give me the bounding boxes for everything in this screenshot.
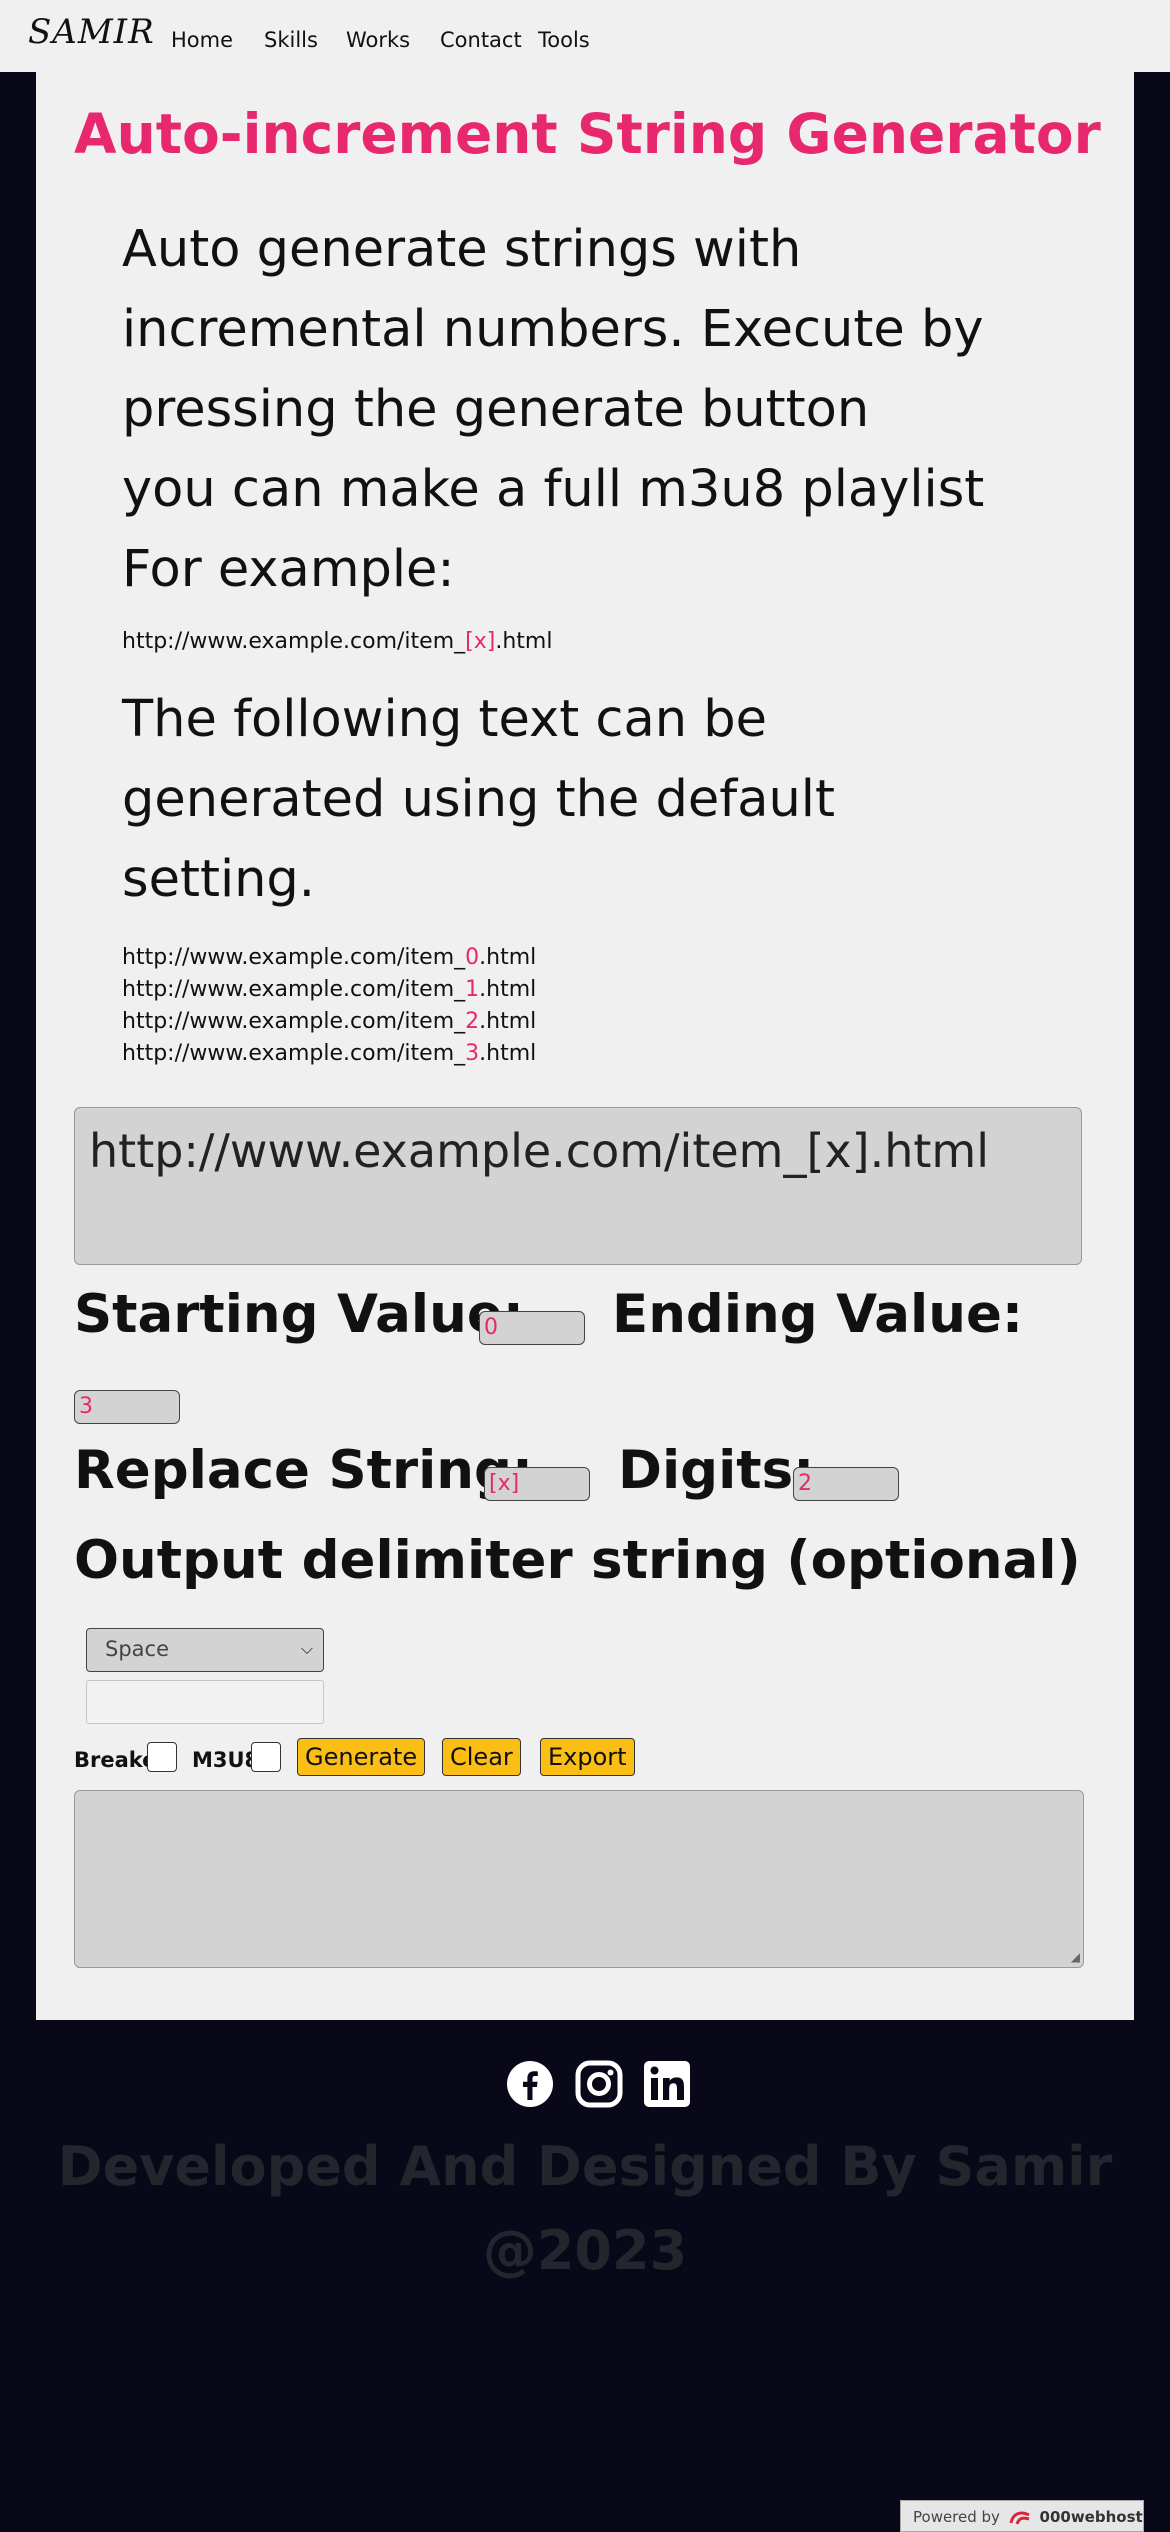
example-url-token: [x] — [465, 629, 496, 654]
list-item: http://www.example.com/item_3.html — [122, 1038, 536, 1070]
following-text: The following text can be generated usin… — [122, 680, 1102, 920]
item-prefix: http://www.example.com/item_ — [122, 1009, 466, 1034]
list-item: http://www.example.com/item_2.html — [122, 1006, 536, 1038]
nav-link-tools[interactable]: Tools — [538, 28, 590, 52]
following-line: setting. — [122, 850, 316, 909]
export-button[interactable]: Export — [540, 1738, 635, 1776]
item-suffix: .html — [479, 977, 537, 1002]
footer-credit-line: Developed And Designed By Samir — [57, 2135, 1113, 2198]
item-prefix: http://www.example.com/item_ — [122, 977, 466, 1002]
example-url: http://www.example.com/item_[x].html — [122, 626, 552, 658]
item-suffix: .html — [479, 1041, 537, 1066]
item-number: 0 — [465, 945, 480, 970]
starting-value-label: Starting Value: — [74, 1284, 524, 1345]
digits-input[interactable]: 2 — [793, 1467, 899, 1501]
resize-handle-icon[interactable]: ◢ — [1071, 1950, 1080, 1964]
site-logo[interactable]: SAMIR — [28, 12, 155, 52]
item-prefix: http://www.example.com/item_ — [122, 1041, 466, 1066]
generate-button[interactable]: Generate — [297, 1738, 426, 1776]
m3u8-checkbox[interactable] — [251, 1742, 281, 1772]
webhost-logo-icon — [1009, 2511, 1030, 2525]
replace-string-input[interactable]: [x] — [484, 1467, 590, 1501]
main-card: Auto-increment String Generator Auto gen… — [36, 72, 1134, 2020]
navbar: SAMIR Home Skills Works Contact Tools — [0, 0, 1170, 72]
item-number: 2 — [465, 1009, 480, 1034]
instagram-icon[interactable] — [575, 2060, 623, 2108]
break-checkbox[interactable] — [147, 1742, 177, 1772]
nav-link-skills[interactable]: Skills — [264, 28, 318, 52]
intro-text: Auto generate strings with incremental n… — [122, 210, 1102, 610]
item-suffix: .html — [479, 945, 537, 970]
replace-string-label: Replace String: — [74, 1440, 534, 1501]
badge-brand-text: 000webhost — [1039, 2508, 1143, 2526]
item-prefix: http://www.example.com/item_ — [122, 945, 466, 970]
nav-link-contact[interactable]: Contact — [440, 28, 522, 52]
footer-year: @2023 — [482, 2219, 688, 2282]
intro-line: For example: — [122, 540, 455, 599]
following-line: The following text can be — [122, 690, 767, 749]
hosting-badge[interactable]: Powered by 000webhost — [900, 2500, 1144, 2532]
template-input[interactable]: http://www.example.com/item_[x].html — [74, 1107, 1082, 1265]
intro-line: you can make a full m3u8 playlist — [122, 460, 985, 519]
starting-value-input[interactable]: 0 — [479, 1311, 585, 1345]
digits-label: Digits: — [618, 1440, 815, 1501]
following-line: generated using the default — [122, 770, 835, 829]
intro-line: incremental numbers. Execute by — [122, 300, 984, 359]
list-item: http://www.example.com/item_0.html — [122, 942, 536, 974]
footer-credit: Developed And Designed By Samir @2023 — [0, 2125, 1170, 2293]
ending-value-input[interactable]: 3 — [74, 1390, 180, 1424]
clear-button[interactable]: Clear — [442, 1738, 521, 1776]
delimiter-selected: Space — [105, 1637, 169, 1661]
intro-line: pressing the generate button — [122, 380, 870, 439]
nav-link-works[interactable]: Works — [346, 28, 410, 52]
list-item: http://www.example.com/item_1.html — [122, 974, 536, 1006]
nav-link-home[interactable]: Home — [171, 28, 233, 52]
delimiter-custom-input[interactable] — [86, 1680, 324, 1724]
example-url-prefix: http://www.example.com/item_ — [122, 629, 466, 654]
ending-value-label: Ending Value: — [612, 1284, 1024, 1345]
page-title: Auto-increment String Generator — [74, 102, 1101, 166]
delimiter-label: Output delimiter string (optional) — [74, 1530, 1081, 1591]
item-suffix: .html — [479, 1009, 537, 1034]
facebook-icon[interactable] — [506, 2060, 554, 2108]
example-url-suffix: .html — [495, 629, 553, 654]
item-number: 3 — [465, 1041, 480, 1066]
intro-line: Auto generate strings with — [122, 220, 802, 279]
output-textarea[interactable]: ◢ — [74, 1790, 1084, 1968]
badge-powered-text: Powered by — [913, 2508, 1000, 2526]
generated-list: http://www.example.com/item_0.html http:… — [122, 942, 536, 1070]
chevron-down-icon: ⌵ — [300, 1639, 313, 1658]
linkedin-icon[interactable] — [643, 2060, 691, 2108]
delimiter-select[interactable]: Space ⌵ — [86, 1628, 324, 1672]
item-number: 1 — [465, 977, 480, 1002]
